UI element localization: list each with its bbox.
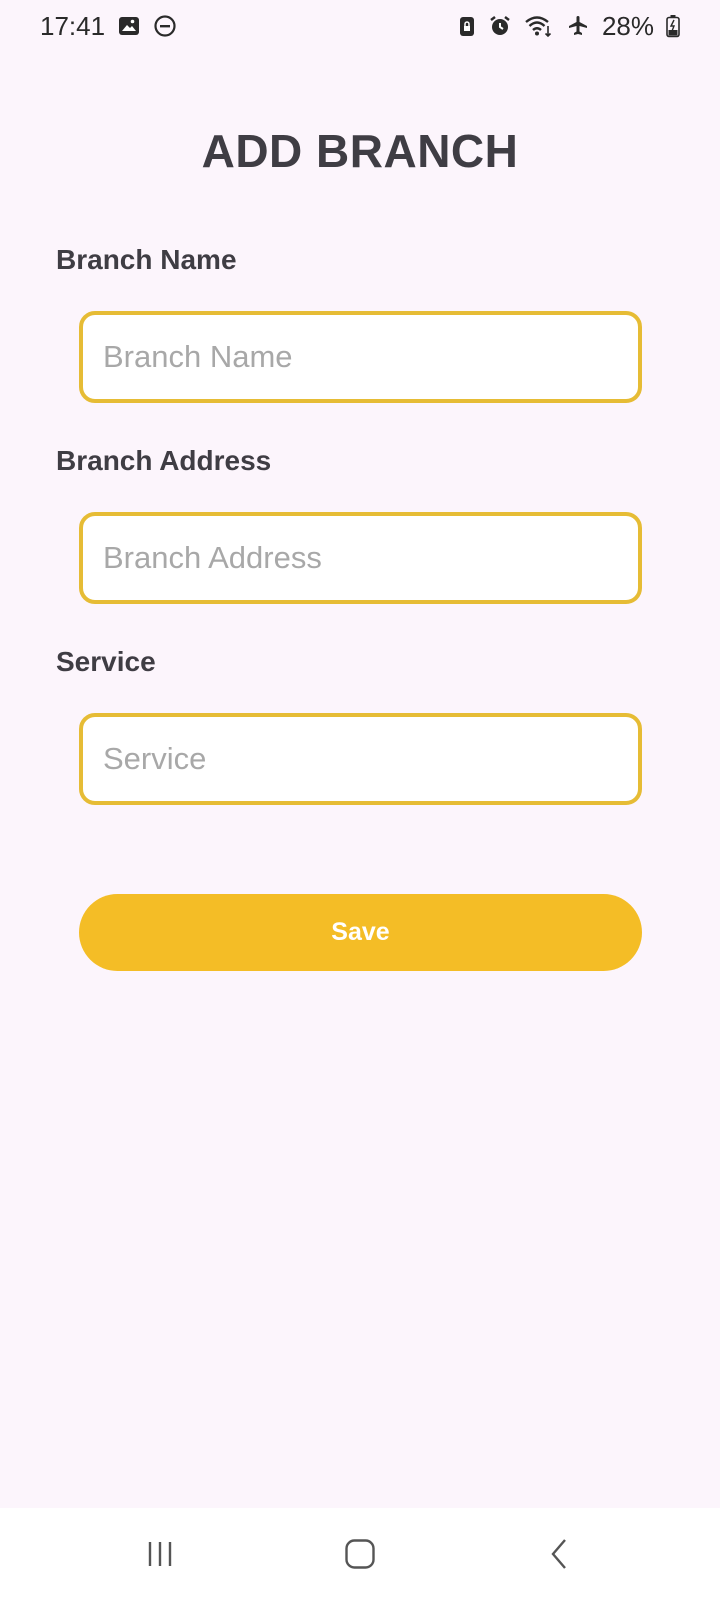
image-icon: [117, 14, 141, 38]
status-bar: 17:41 28%: [0, 0, 720, 52]
battery-icon: [666, 14, 680, 38]
lock-icon: [458, 14, 476, 38]
status-time: 17:41: [40, 10, 106, 41]
airplane-icon: [566, 14, 590, 38]
back-button[interactable]: [520, 1524, 600, 1584]
service-label: Service: [56, 646, 156, 677]
alarm-icon: [488, 14, 512, 38]
back-icon: [551, 1539, 566, 1569]
home-icon: [345, 1539, 375, 1569]
wifi-icon: [524, 14, 554, 38]
branch-address-label: Branch Address: [56, 445, 272, 476]
status-left: 17:41: [40, 11, 177, 42]
branch-address-input[interactable]: [79, 512, 642, 604]
battery-percent: 28%: [601, 10, 654, 41]
navigation-bar: [0, 1508, 720, 1600]
recent-apps-icon: [148, 1542, 172, 1566]
add-branch-screen: 17:41 28% ADD BRANCH Branch Name Branch …: [0, 0, 720, 1600]
status-right: 28%: [458, 11, 680, 42]
save-button[interactable]: Save: [79, 894, 642, 971]
branch-name-label: Branch Name: [56, 244, 237, 275]
recent-apps-button[interactable]: [120, 1524, 200, 1584]
do-not-disturb-icon: [153, 14, 177, 38]
page-title: ADD BRANCH: [201, 125, 519, 177]
branch-name-input[interactable]: [79, 311, 642, 403]
service-input[interactable]: [79, 713, 642, 805]
home-button[interactable]: [320, 1524, 400, 1584]
